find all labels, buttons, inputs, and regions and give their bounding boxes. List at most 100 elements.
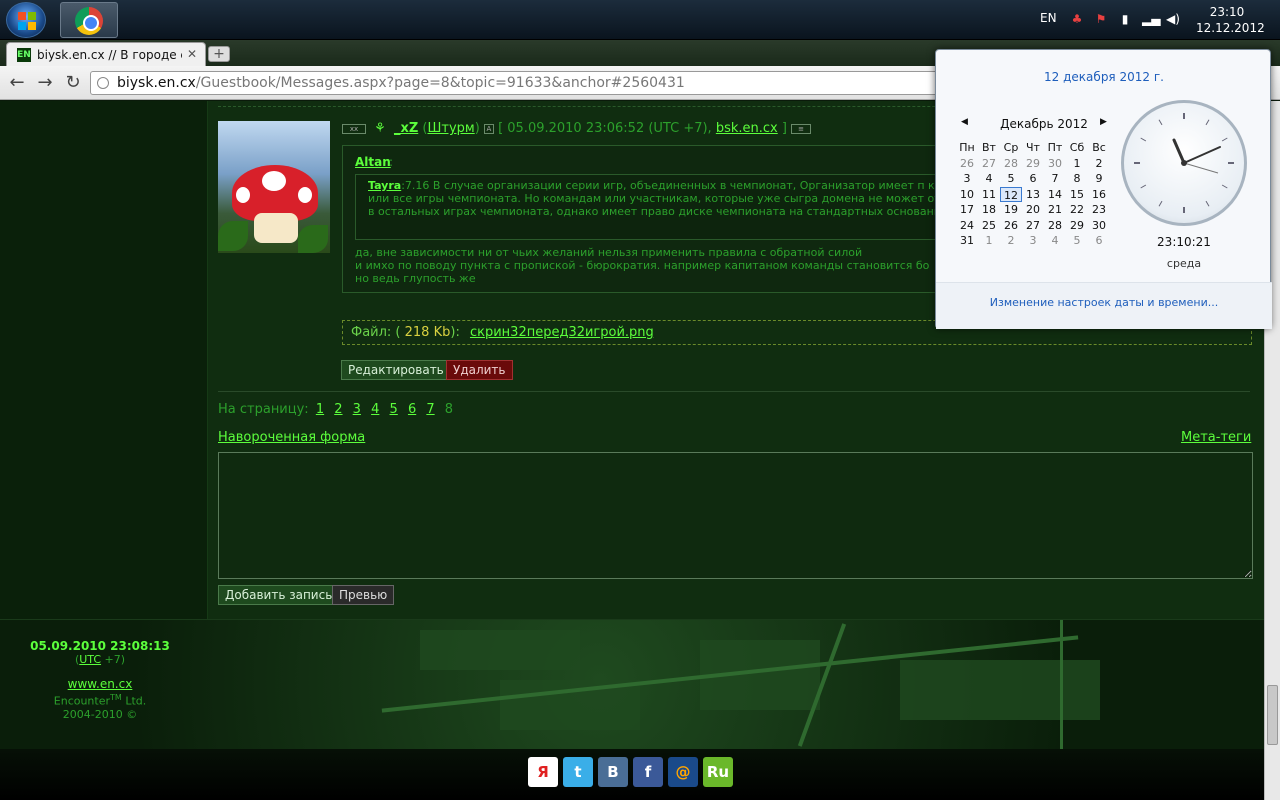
calendar-day[interactable]: 31: [956, 233, 978, 249]
language-indicator[interactable]: EN: [1040, 11, 1057, 25]
page-link-2[interactable]: 2: [334, 402, 342, 417]
advanced-form-link[interactable]: Навороченная форма: [218, 430, 365, 445]
delete-button[interactable]: Удалить: [446, 360, 513, 380]
weekday-label: Ср: [1003, 141, 1019, 154]
calendar-day[interactable]: 25: [978, 218, 1000, 234]
quote-author-link[interactable]: Altan: [355, 155, 391, 169]
calendar-day[interactable]: 11: [978, 187, 1000, 203]
calendar-day[interactable]: 3: [956, 171, 978, 187]
utc-link[interactable]: UTC: [79, 653, 101, 666]
calendar-day[interactable]: 29: [1022, 156, 1044, 172]
reload-icon[interactable]: ↻: [62, 72, 84, 94]
calendar-day[interactable]: 4: [1044, 233, 1066, 249]
calendar-day[interactable]: 28: [1000, 156, 1022, 172]
author-nick-link[interactable]: _xZ: [394, 121, 418, 136]
en-cx-link[interactable]: www.en.cx: [68, 677, 133, 691]
tray-clock[interactable]: 23:10 12.12.2012: [1196, 4, 1265, 36]
attachment-link[interactable]: скрин32перед32игрой.png: [470, 325, 654, 340]
calendar-day[interactable]: 29: [1066, 218, 1088, 234]
calendar-day[interactable]: 5: [1066, 233, 1088, 249]
network-signal-icon[interactable]: ▂▄: [1142, 12, 1160, 26]
share-vkontakte-icon[interactable]: B: [598, 757, 628, 787]
calendar-day[interactable]: 28: [1044, 218, 1066, 234]
calendar-day[interactable]: 1: [978, 233, 1000, 249]
back-arrow-icon[interactable]: ←: [6, 72, 28, 94]
calendar-day[interactable]: 2: [1000, 233, 1022, 249]
tray-app-icon[interactable]: ♣: [1070, 12, 1084, 26]
calendar-day[interactable]: 30: [1088, 218, 1110, 234]
page-info-icon[interactable]: [97, 77, 109, 89]
page-link-6[interactable]: 6: [408, 402, 416, 417]
user-avatar[interactable]: [218, 121, 330, 253]
calendar-day[interactable]: 6: [1022, 171, 1044, 187]
captain-badge-icon: A: [483, 123, 494, 134]
calendar-day[interactable]: 23: [1088, 202, 1110, 218]
calendar-day[interactable]: 19: [1000, 202, 1022, 218]
scrollbar-thumb[interactable]: [1267, 685, 1278, 745]
calendar-day[interactable]: 26: [956, 156, 978, 172]
nested-quote-author[interactable]: Tayra: [368, 179, 401, 192]
meta-tags-link[interactable]: Мета-теги: [1181, 430, 1251, 445]
page-link-3[interactable]: 3: [353, 402, 361, 417]
calendar-day[interactable]: 20: [1022, 202, 1044, 218]
calendar-day[interactable]: 17: [956, 202, 978, 218]
browser-tab[interactable]: EN biysk.en.cx // В городе с... ✕: [6, 42, 206, 66]
message-textarea[interactable]: [218, 452, 1253, 579]
calendar-day[interactable]: 30: [1044, 156, 1066, 172]
calendar-day[interactable]: 7: [1044, 171, 1066, 187]
share-mail-icon[interactable]: @: [668, 757, 698, 787]
calendar-day[interactable]: 14: [1044, 187, 1066, 203]
analog-clock: [1121, 100, 1247, 226]
action-center-icon[interactable]: ⚑: [1094, 12, 1108, 26]
preview-button[interactable]: Превью: [332, 585, 395, 605]
calendar-day[interactable]: 26: [1000, 218, 1022, 234]
calendar-day[interactable]: 24: [956, 218, 978, 234]
address-bar[interactable]: biysk.en.cx/Guestbook/Messages.aspx?page…: [90, 71, 940, 95]
add-entry-button[interactable]: Добавить запись: [218, 585, 340, 605]
calendar-day[interactable]: 4: [978, 171, 1000, 187]
edit-button[interactable]: Редактировать: [341, 360, 451, 380]
page-link-5[interactable]: 5: [390, 402, 398, 417]
domain-link[interactable]: bsk.en.cx: [716, 121, 778, 136]
share-twitter-icon[interactable]: t: [563, 757, 593, 787]
calendar-day[interactable]: 13: [1022, 187, 1044, 203]
new-tab-button[interactable]: +: [208, 46, 230, 62]
calendar-day[interactable]: 9: [1088, 171, 1110, 187]
calendar-day[interactable]: 2: [1088, 156, 1110, 172]
next-month-icon[interactable]: ▶: [1100, 117, 1107, 127]
tab-close-icon[interactable]: ✕: [187, 47, 197, 61]
share-liveinternet-icon[interactable]: Ru: [703, 757, 733, 787]
calendar-day[interactable]: 12: [1000, 186, 1022, 202]
clock-weekday: среда: [1166, 257, 1202, 270]
calendar-day[interactable]: 16: [1088, 187, 1110, 203]
share-facebook-icon[interactable]: f: [633, 757, 663, 787]
team-link[interactable]: Штурм: [427, 121, 474, 136]
share-bar: Яt Bf @ Ru: [0, 749, 1264, 800]
page-link-7[interactable]: 7: [426, 402, 434, 417]
page-link-1[interactable]: 1: [316, 402, 324, 417]
calendar-day[interactable]: 27: [1022, 218, 1044, 234]
calendar-full-date-link[interactable]: 12 декабря 2012 г.: [936, 70, 1272, 84]
start-button[interactable]: [6, 2, 46, 38]
volume-icon[interactable]: ◀): [1166, 12, 1180, 26]
forward-arrow-icon[interactable]: →: [34, 72, 56, 94]
calendar-day[interactable]: 1: [1066, 156, 1088, 172]
calendar-week-row: 3456789: [956, 171, 1132, 187]
calendar-day[interactable]: 10: [956, 187, 978, 203]
calendar-day[interactable]: 5: [1000, 171, 1022, 187]
calendar-day[interactable]: 27: [978, 156, 1000, 172]
page-link-4[interactable]: 4: [371, 402, 379, 417]
calendar-day[interactable]: 18: [978, 202, 1000, 218]
calendar-day[interactable]: 8: [1066, 171, 1088, 187]
taskbar-chrome-button[interactable]: [60, 2, 118, 38]
calendar-day[interactable]: 22: [1066, 202, 1088, 218]
calendar-day[interactable]: 21: [1044, 202, 1066, 218]
power-icon[interactable]: ▮: [1118, 12, 1132, 26]
change-date-settings-link[interactable]: Изменение настроек даты и времени...: [936, 296, 1272, 309]
share-yandex-icon[interactable]: Я: [528, 757, 558, 787]
calendar-day[interactable]: 6: [1088, 233, 1110, 249]
calendar-day[interactable]: 3: [1022, 233, 1044, 249]
calendar-day[interactable]: 15: [1066, 187, 1088, 203]
page-footer: 05.09.2010 23:08:13 (UTC +7) www.en.cx E…: [0, 619, 1264, 749]
reply-quote-icon[interactable]: ≡: [791, 123, 812, 134]
